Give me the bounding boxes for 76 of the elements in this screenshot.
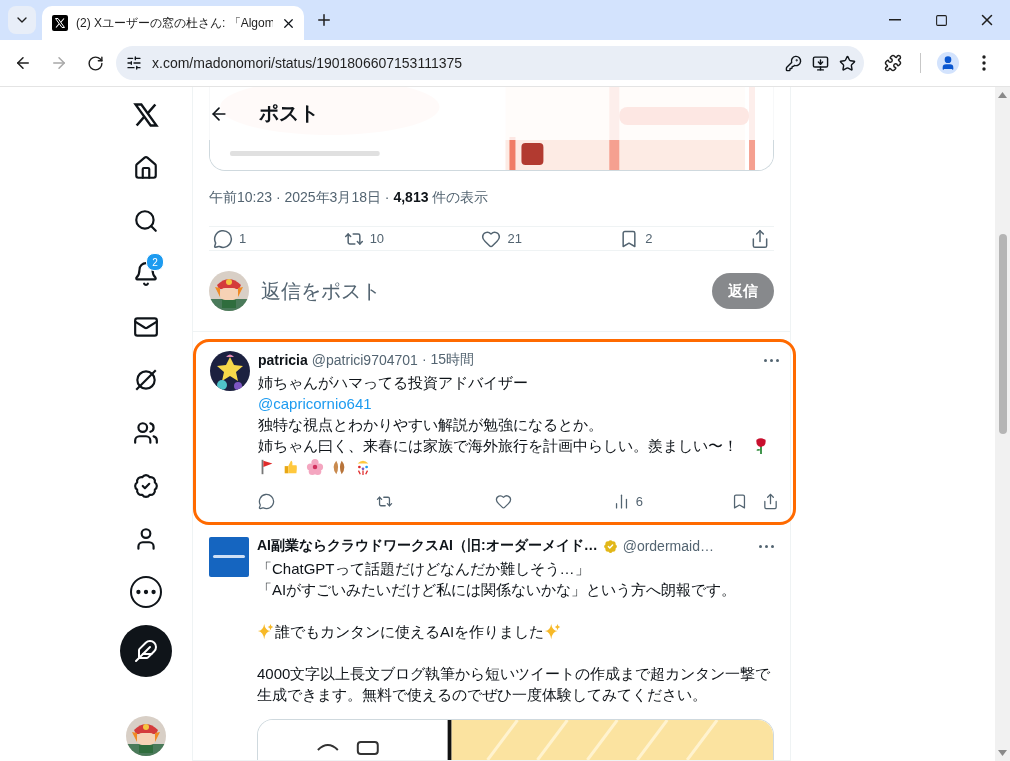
user-handle: @ordermaid… — [622, 538, 714, 554]
more-icon[interactable] — [130, 576, 162, 608]
user-name[interactable]: AI副業ならクラウドワークスAI（旧:オーダーメイド… — [257, 537, 598, 555]
sparkle-icon — [257, 622, 275, 641]
notification-badge: 2 — [146, 253, 164, 271]
tweet-text: 独特な視点とわかりやすい解説が勉強になるとか。 — [258, 415, 604, 435]
address-bar[interactable]: x.com/madonomori/status/1901806607153111375 — [116, 46, 864, 80]
tweet-text: 「ChatGPTって話題だけどなんだか難しそう…」 — [257, 559, 591, 579]
tweet-text: 姉ちゃんがハマってる投資アドバイザー — [258, 373, 529, 393]
reply-button[interactable]: 1 — [213, 228, 247, 249]
menu-icon — [982, 55, 986, 71]
avatar — [210, 351, 250, 391]
verified-icon[interactable] — [133, 473, 159, 499]
avatar — [126, 716, 166, 756]
puzzle-icon — [884, 54, 902, 72]
maximize-icon — [934, 13, 948, 27]
scroll-down-icon[interactable] — [998, 750, 1007, 756]
compose-post-button[interactable] — [120, 625, 172, 677]
tweet-text: 「AIがすごいみたいだけど私には関係ないかな」という方へ朗報です。 — [257, 580, 738, 600]
post-meta: 午前10:23 · 2025年3月18日 · 4,813 件の表示 — [209, 171, 774, 227]
share-icon — [762, 492, 779, 510]
reply-button[interactable] — [258, 492, 275, 510]
forward-arrow-icon — [50, 54, 68, 72]
minimize-icon — [889, 19, 901, 21]
reply-input[interactable]: 返信をポスト — [259, 278, 702, 304]
browser-tab[interactable]: (2) Xユーザーの窓の杜さん: 「Algom — [42, 6, 304, 40]
tweet-text: 姉ちゃん曰く、来春には家族で海外旅行を計画中らしい。羨ましい〜！ — [258, 436, 738, 456]
more-button[interactable] — [764, 358, 779, 362]
heart-icon — [494, 492, 512, 510]
reload-icon — [86, 54, 104, 72]
count: 1 — [239, 231, 247, 246]
reply-icon — [258, 492, 275, 510]
share-button[interactable] — [762, 492, 779, 510]
scroll-up-icon[interactable] — [998, 92, 1007, 98]
key-icon[interactable] — [785, 54, 802, 72]
more-icon — [764, 358, 779, 362]
avatar — [209, 537, 249, 577]
count: 21 — [507, 231, 522, 246]
person-icon — [940, 55, 956, 71]
count: 2 — [645, 231, 653, 246]
page-title: ポスト — [259, 101, 319, 126]
home-icon[interactable] — [133, 155, 159, 181]
views-button[interactable]: 6 — [612, 492, 643, 510]
tweet-text: 誰でもカンタンに使えるAIを作りました — [275, 622, 545, 642]
reply-icon — [213, 228, 233, 249]
count: 10 — [369, 231, 385, 246]
scroll-thumb[interactable] — [998, 234, 1007, 434]
slashed-circle-icon[interactable] — [133, 367, 159, 393]
heart-button[interactable]: 21 — [481, 228, 522, 249]
user-handle: @patrici9704701 — [311, 352, 418, 368]
site-info-icon[interactable] — [126, 55, 142, 71]
tab-list-button[interactable] — [8, 6, 36, 34]
user-name[interactable]: patricia — [258, 352, 308, 368]
avatar — [209, 271, 249, 311]
plus-icon — [315, 11, 333, 29]
repost-button[interactable]: 10 — [343, 228, 385, 249]
bookmark-icon — [731, 492, 748, 510]
people-icon[interactable] — [133, 420, 159, 446]
more-button[interactable] — [759, 544, 774, 548]
feather-icon — [134, 639, 158, 663]
install-icon[interactable] — [812, 54, 829, 72]
x-logo-icon[interactable] — [132, 101, 160, 129]
heart-button[interactable] — [494, 492, 512, 510]
bookmark-star-icon[interactable] — [839, 54, 856, 72]
thumbs-up-icon — [282, 458, 300, 476]
flower-icon — [306, 458, 324, 476]
bookmark-button[interactable]: 2 — [619, 228, 653, 249]
heart-icon — [481, 228, 502, 249]
bookmark-button[interactable] — [731, 492, 748, 510]
search-icon[interactable] — [133, 208, 159, 234]
more-icon — [759, 544, 774, 548]
count: 6 — [635, 493, 643, 509]
scrollbar[interactable] — [995, 87, 1010, 761]
mail-icon[interactable] — [133, 314, 159, 340]
post-time: · 15時間 — [421, 351, 474, 369]
tweet-text: 4000文字以上長文ブログ執筆から短いツイートの作成まで超カンタン一撃で生成できます。無料で使えるのでぜひ一度体験してみてください。 — [257, 664, 772, 705]
